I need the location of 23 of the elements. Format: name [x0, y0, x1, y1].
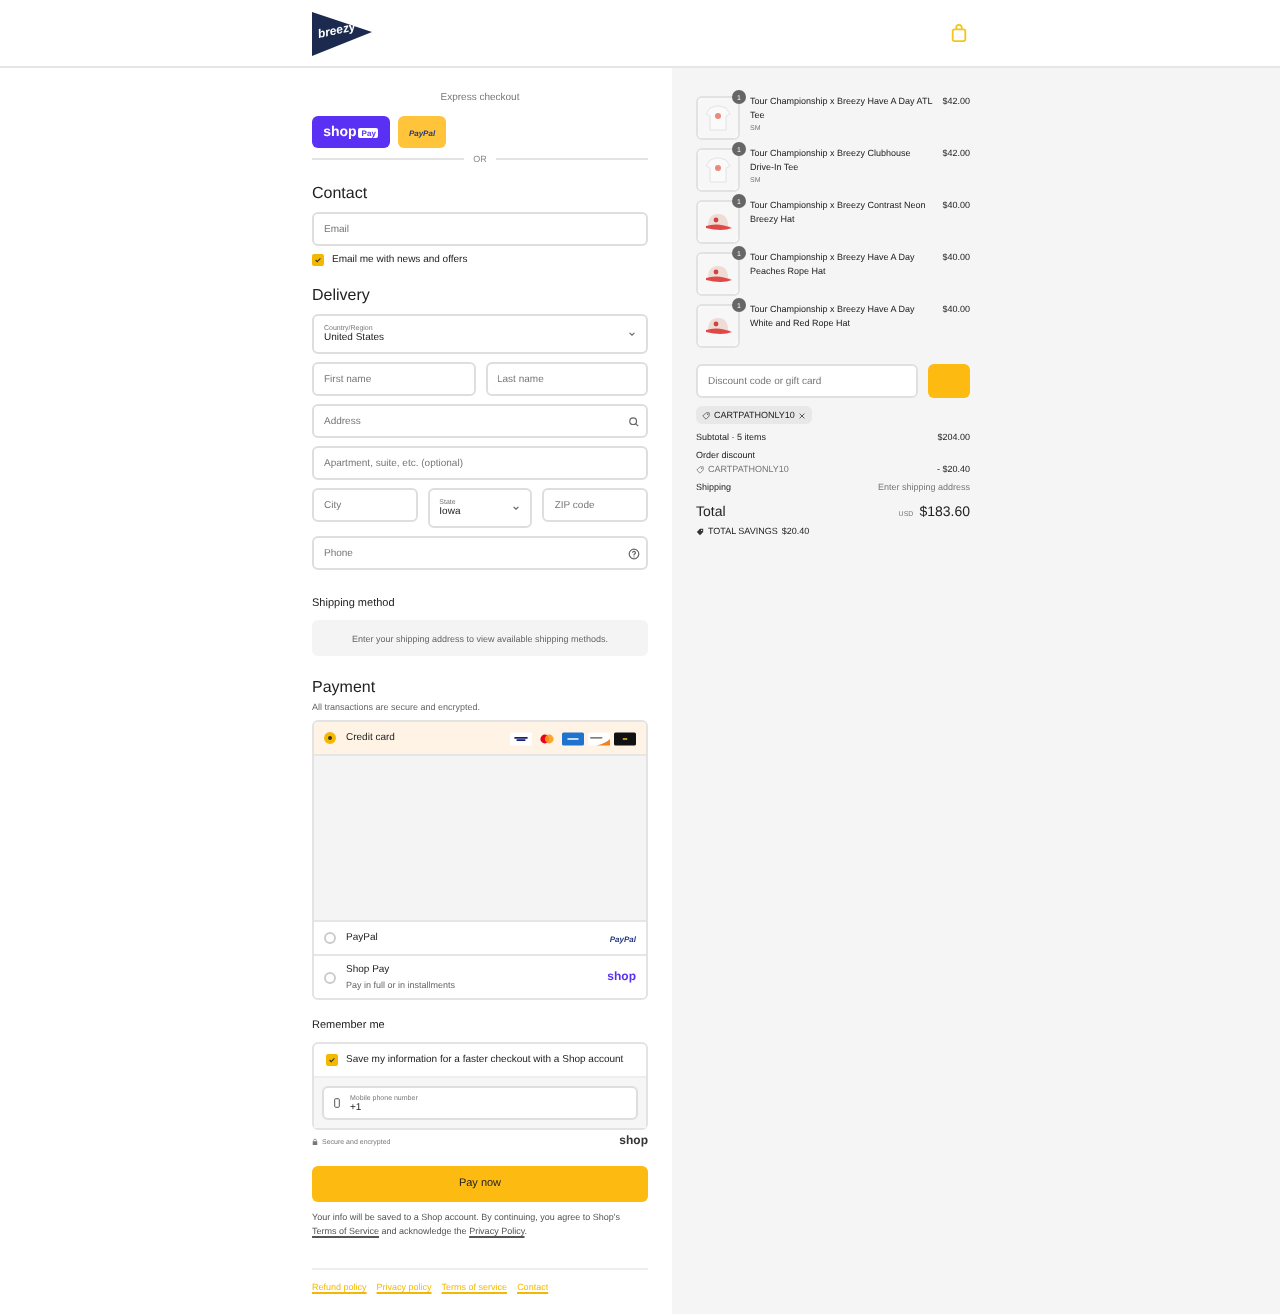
lock-icon: [312, 1138, 318, 1146]
card-brand-icon: [588, 731, 610, 745]
checkbox[interactable]: [312, 254, 324, 266]
chevron-icon: [510, 502, 523, 514]
tag-icon: [696, 465, 704, 473]
help-icon: [628, 547, 640, 559]
radio-button[interactable]: [324, 732, 336, 744]
phone-icon: [334, 1098, 340, 1108]
section-heading: Contact: [312, 184, 370, 202]
tag-icon: [702, 411, 710, 419]
card-brand-icon: [510, 731, 532, 745]
tag-icon: [696, 527, 704, 535]
radio-button[interactable]: [324, 932, 336, 944]
card-brand-icon: [536, 731, 558, 745]
section-heading: Payment: [312, 678, 378, 696]
radio-button[interactable]: [324, 971, 336, 983]
card-brand-icon: [562, 731, 584, 745]
card-brand-icon: [614, 731, 636, 745]
chevron-icon: [626, 328, 638, 340]
checkbox[interactable]: [326, 1054, 338, 1066]
close-icon[interactable]: [798, 411, 807, 419]
section-heading: Delivery: [312, 286, 372, 304]
search-icon: [628, 415, 640, 427]
